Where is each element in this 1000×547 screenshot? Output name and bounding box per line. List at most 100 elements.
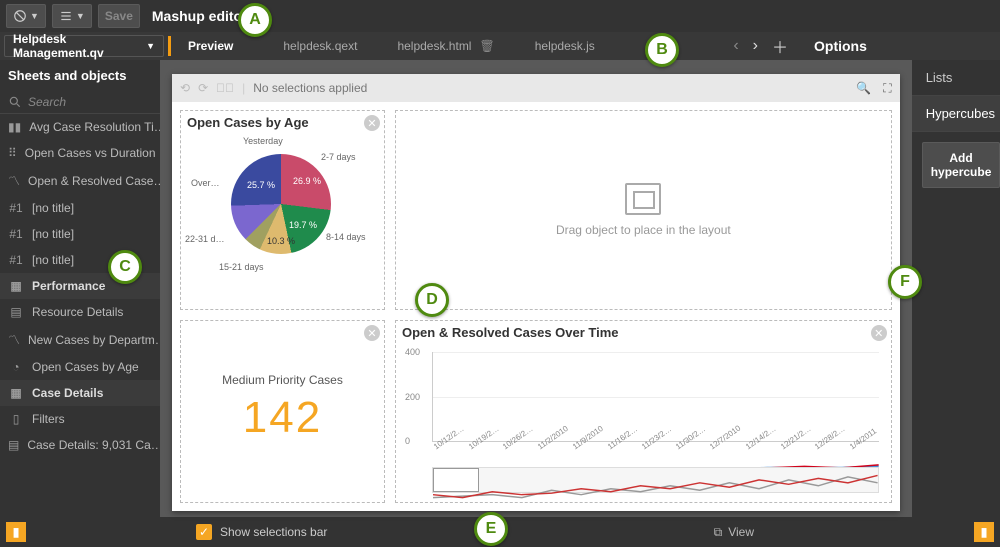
pie-value: 10.3 % (267, 236, 295, 246)
sheet-label: Case Details (32, 386, 103, 400)
line-icon: 〽 (8, 172, 20, 189)
obj-kpi-2[interactable]: #1 [no title] (0, 221, 160, 247)
sel-fwd-icon[interactable]: ⟳ (198, 81, 208, 95)
table-icon: ▤ (8, 305, 24, 319)
obj-new-cases-dept[interactable]: 〽New Cases by Departm… (0, 325, 160, 354)
zone-kpi[interactable]: ✕ Medium Priority Cases 142 (180, 320, 385, 503)
obj-label: [no title] (32, 253, 74, 267)
options-hypercubes[interactable]: Hypercubes (912, 96, 1000, 132)
sel-message: No selections applied (253, 81, 367, 95)
obj-avg-case-resolution[interactable]: ▮▮ Avg Case Resolution Ti… (0, 114, 160, 140)
pie-chart: Yesterday 2-7 days Over… 8-14 days 15-21… (181, 134, 384, 294)
pie-label: Over… (191, 178, 220, 188)
line-chart: 400 200 0 10/12/2… 10/19/2… 10/26/2… (396, 344, 891, 497)
tab-label: helpdesk.js (535, 39, 595, 53)
search-input[interactable]: Search (0, 91, 160, 114)
callout-a: A (238, 3, 272, 37)
expand-icon[interactable]: ⛶ (883, 81, 891, 96)
obj-open-resolved-line[interactable]: 〽 Open & Resolved Case… (0, 166, 160, 195)
zone-line[interactable]: Open & Resolved Cases Over Time ✕ 400 20… (395, 320, 892, 503)
obj-open-cases-age[interactable]: ◔Open Cases by Age (0, 354, 160, 380)
zone-empty[interactable]: Drag object to place in the layout (395, 110, 892, 310)
obj-label: New Cases by Departm… (28, 333, 160, 347)
disable-button[interactable]: ▼ (6, 4, 46, 28)
preview-area: ⟲ ⟳ ✖⃝ | No selections applied 🔍 ⛶ Open … (160, 60, 912, 517)
add-tab-button[interactable]: ＋ (772, 34, 788, 58)
project-name: Helpdesk Management.qv (13, 32, 146, 60)
options-lists[interactable]: Lists (912, 60, 1000, 96)
chevron-down-icon: ▼ (76, 11, 85, 21)
ytick: 200 (405, 392, 420, 402)
kpi-icon: #1 (8, 227, 24, 241)
callout-f: F (888, 265, 922, 299)
chevron-down-icon: ▼ (30, 11, 39, 21)
tab-qext[interactable]: helpdesk.qext (263, 32, 377, 60)
pie-label: 22-31 d… (185, 234, 225, 244)
filter-icon: ▯ (8, 412, 24, 426)
options-header: Options (800, 32, 1000, 60)
tab-html[interactable]: helpdesk.html 🗑 (377, 32, 514, 60)
list-options-button[interactable]: ▼ (52, 4, 92, 28)
tab-label: helpdesk.html (397, 39, 471, 53)
prev-tab-button[interactable]: ‹ (733, 37, 738, 55)
zone-pie[interactable]: Open Cases by Age ✕ Yesterday 2-7 days O… (180, 110, 385, 310)
left-panel-toggle[interactable]: ▮ (6, 522, 26, 542)
add-hypercube-button[interactable]: Add hypercube (922, 142, 1000, 188)
next-tab-button[interactable]: › (753, 37, 758, 55)
save-button[interactable]: Save (98, 4, 140, 28)
pie-value: 26.9 % (293, 176, 321, 186)
trash-icon[interactable]: 🗑 (479, 39, 494, 53)
left-panel: Sheets and objects Search ▮▮ Avg Case Res… (0, 60, 160, 517)
pie-label: 2-7 days (321, 152, 356, 162)
show-selections-label: Show selections bar (220, 525, 327, 539)
left-panel-title: Sheets and objects (0, 60, 160, 91)
tab-label: Preview (188, 39, 233, 53)
pie-label: Yesterday (243, 136, 283, 146)
pie-value: 25.7 % (247, 180, 275, 190)
search-icon[interactable]: 🔍 (856, 81, 871, 96)
right-panel: Lists Hypercubes Add hypercube (912, 60, 1000, 517)
drop-message: Drag object to place in the layout (556, 223, 731, 237)
sel-back-icon[interactable]: ⟲ (180, 81, 190, 95)
obj-resource-details[interactable]: ▤Resource Details (0, 299, 160, 325)
obj-open-vs-duration[interactable]: ⠿Open Cases vs Duration (0, 140, 160, 166)
chevron-down-icon: ▼ (146, 41, 155, 51)
show-selections-checkbox[interactable]: ✓ (196, 524, 212, 540)
right-panel-toggle[interactable]: ▮ (974, 522, 994, 542)
list-icon (59, 9, 73, 23)
obj-case-details-table[interactable]: ▤Case Details: 9,031 Ca… (0, 432, 160, 458)
selection-bar: ⟲ ⟳ ✖⃝ | No selections applied 🔍 ⛶ (172, 74, 900, 102)
tab-js[interactable]: helpdesk.js (515, 32, 615, 60)
second-bar: Helpdesk Management.qv ▼ Preview helpdes… (0, 32, 1000, 60)
obj-label: [no title] (32, 227, 74, 241)
sheet-icon: ▦ (8, 386, 24, 400)
obj-label: Open & Resolved Case… (28, 174, 160, 188)
table-icon: ▤ (8, 438, 19, 452)
close-icon[interactable]: ✕ (364, 325, 380, 341)
close-icon[interactable]: ✕ (871, 325, 887, 341)
app-title: Mashup editor (152, 8, 248, 24)
sheet-case-details[interactable]: ▦ Case Details (0, 380, 160, 406)
callout-e: E (474, 512, 508, 546)
obj-label: Avg Case Resolution Ti… (29, 120, 160, 134)
bar-icon: ▮▮ (8, 120, 21, 134)
view-button[interactable]: ⧉ View (714, 525, 754, 540)
kpi-icon: #1 (8, 253, 24, 267)
kpi-label: Medium Priority Cases (222, 373, 343, 387)
ytick: 400 (405, 347, 420, 357)
view-icon: ⧉ (714, 525, 723, 540)
close-icon[interactable]: ✕ (364, 115, 380, 131)
kpi-value: 142 (243, 393, 322, 443)
top-toolbar: ▼ ▼ Save Mashup editor (0, 0, 1000, 32)
preview-canvas: ⟲ ⟳ ✖⃝ | No selections applied 🔍 ⛶ Open … (172, 74, 900, 511)
obj-kpi-1[interactable]: #1[no title] (0, 195, 160, 221)
tab-preview[interactable]: Preview (168, 32, 253, 60)
project-dropdown[interactable]: Helpdesk Management.qv ▼ (4, 35, 164, 57)
scatter-icon: ⠿ (8, 146, 17, 160)
obj-filters[interactable]: ▯Filters (0, 406, 160, 432)
tab-nav: ‹ › ＋ (721, 32, 800, 60)
callout-d: D (415, 283, 449, 317)
pie-label: 15-21 days (219, 262, 264, 272)
range-brush[interactable] (432, 467, 879, 493)
sel-clear-icon[interactable]: ✖⃝ (216, 81, 234, 95)
